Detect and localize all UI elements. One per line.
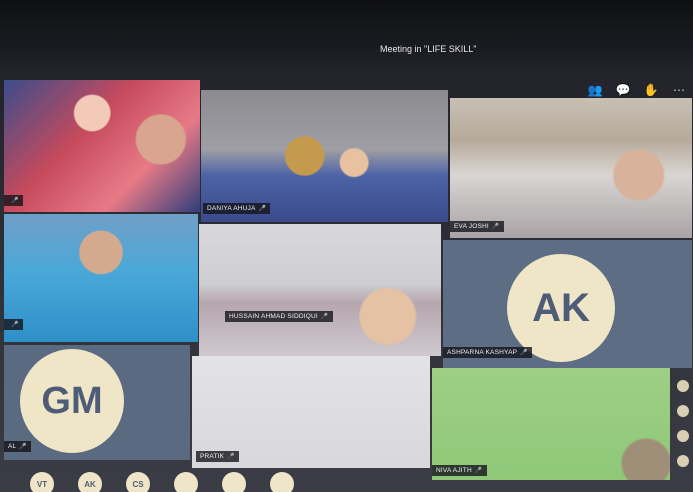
mic-off-icon: 🎤 (11, 322, 19, 328)
avatar[interactable]: CS (126, 472, 150, 492)
participant-name-tag: 🎤 (4, 195, 23, 206)
video-tile[interactable]: AK ASHPARNA KASHYAP 🎤 (443, 240, 692, 368)
participant-name-tag: AL 🎤 (4, 441, 32, 452)
video-tile[interactable]: PRATIK 🎤 (192, 356, 430, 468)
avatar[interactable] (174, 472, 198, 492)
avatar: AK (507, 254, 615, 362)
participant-name: EVA JOSHI (454, 223, 489, 230)
participant-name: DANIYA AHUJA (207, 205, 256, 212)
avatar[interactable] (222, 472, 246, 492)
avatar[interactable] (270, 472, 294, 492)
video-tile[interactable]: HUSSAIN AHMAD SIDDIQUI 🎤 (199, 224, 441, 356)
avatar: GM (20, 349, 124, 453)
participant-name: PRATIK (200, 453, 225, 460)
title-bar: Meeting in "LIFE SKILL" (0, 0, 693, 78)
participant-name-tag: EVA JOSHI 🎤 (450, 221, 504, 232)
more-icon[interactable]: ⋯ (671, 82, 687, 98)
participant-name: AL (8, 443, 17, 450)
participant-strip: VT AK CS (0, 466, 693, 492)
video-tile[interactable]: DANIYA AHUJA 🎤 (201, 90, 448, 222)
meeting-title: Meeting in "LIFE SKILL" (380, 44, 477, 54)
raise-hand-icon[interactable]: ✋ (643, 82, 659, 98)
video-tile[interactable]: NIVA AJITH 🎤 (432, 368, 670, 480)
participant-name: ASHPARNA KASHYAP (447, 349, 518, 356)
mic-off-icon: 🎤 (258, 206, 267, 212)
video-tile[interactable]: GM AL 🎤 (4, 345, 190, 460)
avatar[interactable]: VT (30, 472, 54, 492)
avatar[interactable] (677, 430, 689, 442)
avatar[interactable] (677, 380, 689, 392)
participant-name: HUSSAIN AHMAD SIDDIQUI (229, 313, 318, 320)
video-tile[interactable]: EVA JOSHI 🎤 (450, 98, 692, 238)
participant-name-tag: ASHPARNA KASHYAP 🎤 (443, 347, 532, 358)
chat-icon[interactable]: 💬 (615, 82, 631, 98)
meeting-screen: Meeting in "LIFE SKILL" 👥 💬 ✋ ⋯ 🎤 DANIYA… (0, 0, 693, 492)
participant-name-tag: 🎤 (4, 319, 23, 330)
avatar[interactable]: AK (78, 472, 102, 492)
mic-off-icon: 🎤 (11, 198, 19, 204)
participant-name-tag: DANIYA AHUJA 🎤 (203, 203, 271, 214)
mic-off-icon: 🎤 (491, 224, 500, 230)
participant-name-tag: PRATIK 🎤 (196, 451, 239, 462)
mic-off-icon: 🎤 (520, 350, 528, 356)
video-tile[interactable]: 🎤 (4, 80, 200, 212)
mic-off-icon: 🎤 (227, 454, 235, 460)
avatar[interactable] (677, 405, 689, 417)
participant-name-tag: HUSSAIN AHMAD SIDDIQUI 🎤 (225, 311, 333, 322)
video-tile[interactable]: 🎤 (4, 214, 198, 342)
mic-off-icon: 🎤 (19, 444, 28, 450)
mic-off-icon: 🎤 (320, 314, 329, 320)
